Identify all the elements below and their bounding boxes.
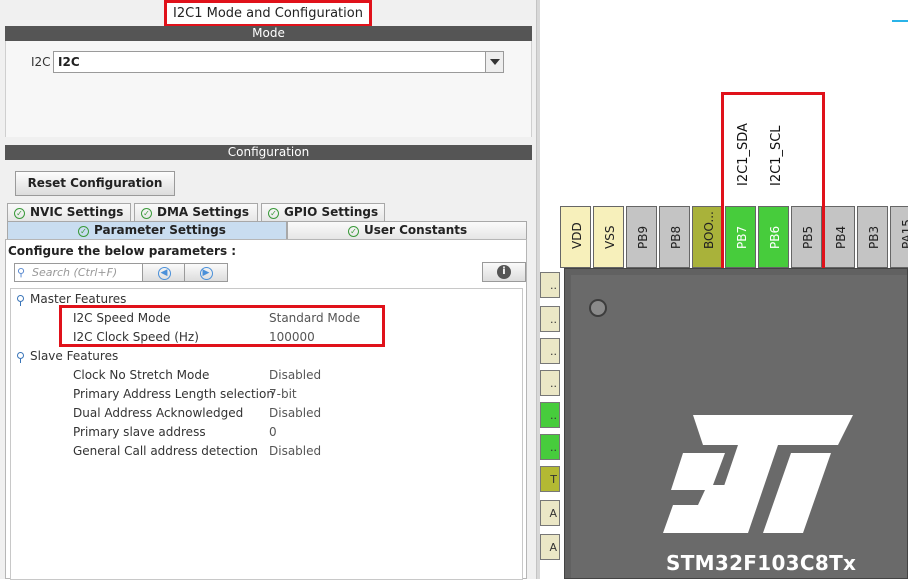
side-pin-label: .. (550, 409, 557, 422)
check-circle-icon: ✓ (141, 208, 152, 219)
param-value[interactable]: Disabled (269, 444, 321, 458)
chip-name: STM32F103C8Tx (666, 551, 856, 575)
check-circle-icon: ✓ (268, 208, 279, 219)
group-master-features[interactable]: Master Features (17, 292, 126, 306)
chip-body: STM32F103C8Tx (571, 275, 907, 578)
side-pin-label: A (549, 507, 557, 520)
param-name[interactable]: Clock No Stretch Mode (73, 368, 209, 382)
pinout-view: VDD VSS PB9 PB8 BOO... PB7 PB6 PB5 PB4 P… (540, 0, 908, 579)
highlight-box (59, 305, 385, 347)
side-pin-label: T (550, 473, 557, 486)
pin-pb9[interactable]: PB9 (626, 206, 657, 268)
side-pin-label: .. (550, 345, 557, 358)
group-label: Master Features (30, 292, 126, 306)
param-name[interactable]: Primary Address Length selection (73, 387, 274, 401)
pin-label: VDD (570, 222, 584, 249)
mcu-chip: STM32F103C8Tx (564, 268, 908, 579)
highlight-box (721, 92, 825, 292)
view-edge-marker (892, 20, 908, 22)
tab-dma-settings[interactable]: ✓ DMA Settings (134, 203, 258, 221)
param-name[interactable]: General Call address detection (73, 444, 258, 458)
side-pin[interactable]: .. (540, 338, 560, 364)
search-input[interactable]: ⚲ Search (Ctrl+F) (14, 263, 144, 282)
tab-nvic-settings[interactable]: ✓ NVIC Settings (7, 203, 131, 221)
pin-pb8[interactable]: PB8 (659, 206, 690, 268)
arrow-right-icon: ▶ (200, 267, 213, 280)
pin-label: PB4 (834, 226, 848, 249)
pin-boot0[interactable]: BOO... (692, 206, 723, 268)
pin1-marker-icon (589, 299, 607, 317)
i2c-mode-value: I2C (58, 55, 80, 69)
side-pin-label: .. (550, 279, 557, 292)
search-previous-button[interactable]: ◀ (142, 263, 186, 282)
param-value[interactable]: Disabled (269, 406, 321, 420)
pin-vdd[interactable]: VDD (560, 206, 591, 268)
check-circle-icon: ✓ (348, 226, 359, 237)
tab-gpio-settings[interactable]: ✓ GPIO Settings (261, 203, 385, 221)
pin-label: VSS (603, 226, 617, 249)
tab-user-constants[interactable]: ✓ User Constants (287, 221, 527, 239)
mode-panel: I2C I2C (5, 41, 532, 137)
side-pin[interactable]: T (540, 466, 560, 492)
side-pin-label: .. (550, 441, 557, 454)
side-pin[interactable]: .. (540, 272, 560, 298)
tab-label: User Constants (364, 223, 467, 237)
check-circle-icon: ✓ (78, 226, 89, 237)
params-caption: Configure the below parameters : (8, 244, 236, 258)
pin-pb3[interactable]: PB3 (857, 206, 888, 268)
chevron-down-icon[interactable] (485, 52, 503, 72)
side-pin-label: .. (550, 377, 557, 390)
panel-title-bar: I2C1 Mode and Configuration (0, 0, 536, 26)
group-slave-features[interactable]: Slave Features (17, 349, 118, 363)
pin-label: PA15 (900, 219, 908, 249)
i2c-mode-label: I2C (31, 55, 51, 69)
side-pin[interactable]: .. (540, 434, 560, 460)
st-logo-icon (663, 405, 863, 535)
tab-label: GPIO Settings (284, 205, 378, 219)
side-pin-label: A (549, 541, 557, 554)
side-pin[interactable]: A (540, 500, 560, 526)
reset-configuration-button[interactable]: Reset Configuration (15, 171, 175, 196)
pin-pb4[interactable]: PB4 (824, 206, 855, 268)
side-pin-label: .. (550, 313, 557, 326)
arrow-left-icon: ◀ (158, 267, 171, 280)
tab-label: DMA Settings (157, 205, 249, 219)
tab-label: Parameter Settings (94, 223, 226, 237)
param-value[interactable]: 0 (269, 425, 277, 439)
tab-label: NVIC Settings (30, 205, 123, 219)
panel-title: I2C1 Mode and Configuration (164, 0, 372, 27)
group-icon (17, 352, 24, 359)
side-pin[interactable]: .. (540, 370, 560, 396)
pin-label: BOO... (702, 211, 716, 249)
pin-vss[interactable]: VSS (593, 206, 624, 268)
param-name[interactable]: Primary slave address (73, 425, 206, 439)
param-value[interactable]: Disabled (269, 368, 321, 382)
side-pin[interactable]: .. (540, 306, 560, 332)
side-pin[interactable]: A (540, 534, 560, 560)
search-placeholder: Search (Ctrl+F) (32, 266, 117, 279)
pin-label: PB8 (669, 226, 683, 249)
search-icon: ⚲ (17, 266, 25, 279)
mode-header: Mode (5, 26, 532, 41)
i2c-mode-dropdown[interactable]: I2C (53, 51, 504, 73)
parameter-settings-panel: Configure the below parameters : ⚲ Searc… (5, 239, 527, 579)
tab-parameter-settings[interactable]: ✓ Parameter Settings (7, 221, 287, 239)
param-name[interactable]: Dual Address Acknowledged (73, 406, 243, 420)
info-icon: i (497, 265, 511, 279)
pin-label: PB3 (867, 226, 881, 249)
configuration-panel: I2C1 Mode and Configuration Mode I2C I2C… (0, 0, 536, 579)
pin-pa15[interactable]: PA15 (890, 206, 908, 268)
check-circle-icon: ✓ (14, 208, 25, 219)
search-next-button[interactable]: ▶ (184, 263, 228, 282)
side-pin[interactable]: .. (540, 402, 560, 428)
group-icon (17, 295, 24, 302)
param-value[interactable]: 7-bit (269, 387, 297, 401)
info-button[interactable]: i (482, 262, 526, 282)
group-label: Slave Features (30, 349, 118, 363)
pin-label: PB9 (636, 226, 650, 249)
configuration-header: Configuration (5, 145, 532, 160)
